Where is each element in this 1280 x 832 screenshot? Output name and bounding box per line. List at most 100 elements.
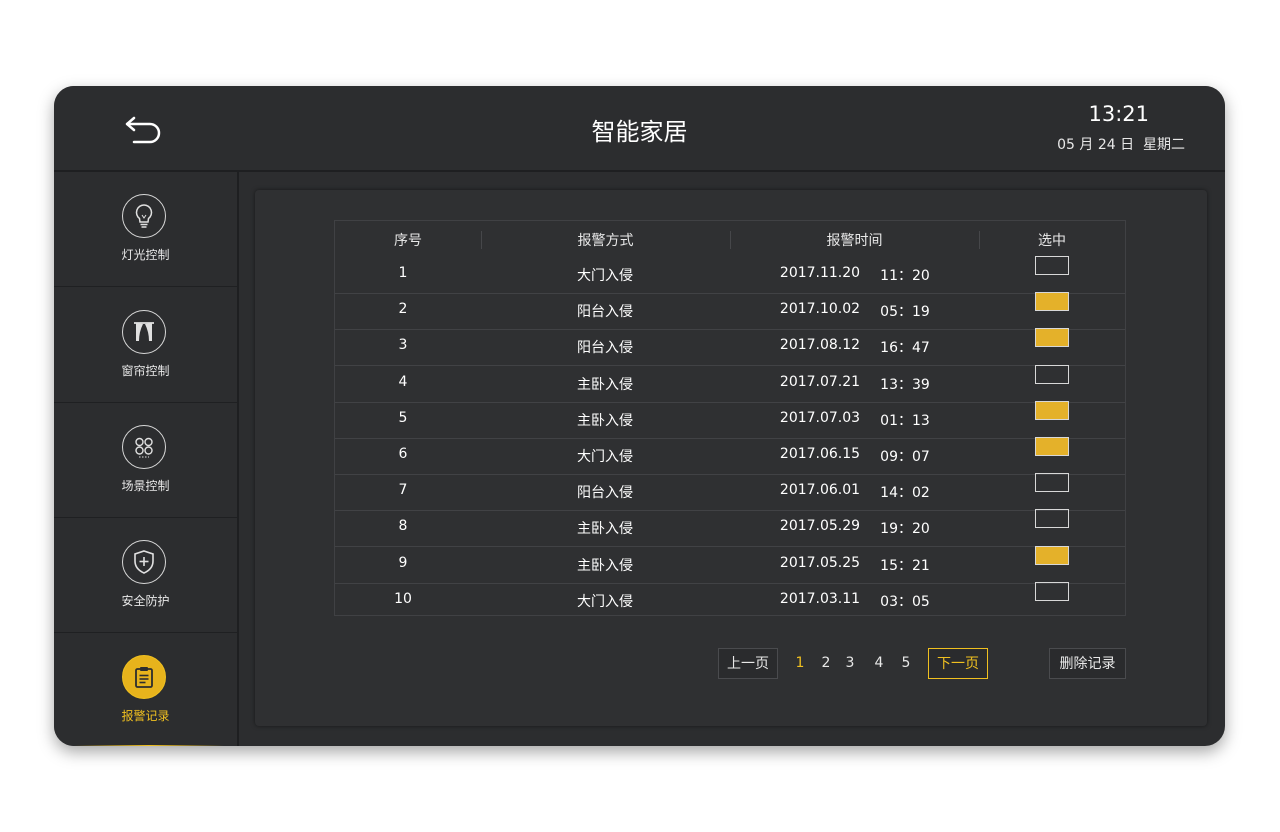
alarm-type: 主卧入侵 [577, 557, 633, 574]
pagination: 上一页 1 2 3 4 5 下一页 删除记录 [255, 648, 1207, 680]
alarm-date: 2017.11.20 [779, 265, 861, 281]
alarm-date: 2017.05.25 [779, 554, 861, 571]
sidebar-divider [237, 172, 239, 746]
page-number-2[interactable]: 2 [818, 648, 834, 679]
row-number: 2 [398, 301, 408, 318]
alarm-date: 2017.06.15 [779, 446, 861, 462]
clipboard-icon [122, 655, 166, 699]
alarm-type: 阳台入侵 [577, 304, 633, 321]
table-row: 5 主卧入侵 2017.07.03 01：13 [335, 400, 1125, 439]
page-number-1[interactable]: 1 [792, 648, 808, 679]
alarm-time: 16：47 [880, 340, 930, 357]
shield-icon [122, 540, 166, 584]
table-row: 3 阳台入侵 2017.08.12 16：47 [335, 328, 1125, 367]
table-row: 7 阳台入侵 2017.06.01 14：02 [335, 473, 1125, 512]
alarm-date: 2017.07.21 [779, 373, 861, 390]
alarm-time: 19：20 [880, 521, 930, 538]
clock-date: 05 月 24 日 星期二 [1057, 134, 1185, 154]
table-row: 10 大门入侵 2017.03.11 03：05 [335, 581, 1125, 619]
scene-icon [122, 425, 166, 469]
alarm-time: 13：39 [880, 376, 930, 393]
content-panel: 序号 报警方式 报警时间 选中 1 大门入侵 2017.11.20 11：20 2 阳台入… [255, 190, 1207, 726]
sidebar-item-label: 灯光控制 [121, 248, 170, 262]
table-row: 1 大门入侵 2017.11.20 11：20 [335, 256, 1125, 294]
alarm-date: 2017.06.01 [779, 482, 861, 499]
row-number: 8 [398, 518, 408, 535]
alarm-time: 15：21 [880, 557, 930, 574]
curtain-icon [122, 310, 166, 354]
row-number: 10 [394, 590, 412, 607]
next-page-button[interactable]: 下一页 [928, 648, 988, 679]
prev-page-button[interactable]: 上一页 [718, 648, 778, 679]
page-number-3[interactable]: 3 [842, 648, 858, 679]
table-row: 6 大门入侵 2017.06.15 09：07 [335, 437, 1125, 475]
column-header-select: 选中 [1038, 233, 1066, 249]
alarm-date: 2017.03.11 [779, 590, 861, 607]
sidebar-item-label: 安全防护 [121, 594, 170, 608]
sidebar-item-label: 窗帘控制 [121, 364, 170, 378]
row-number: 6 [398, 446, 408, 462]
alarm-table: 序号 报警方式 报警时间 选中 1 大门入侵 2017.11.20 11：20 2 阳台入… [334, 220, 1126, 616]
table-row: 2 阳台入侵 2017.10.02 05：19 [335, 292, 1125, 331]
column-header-time: 报警时间 [826, 233, 883, 249]
row-number: 1 [398, 265, 408, 281]
alarm-type: 主卧入侵 [577, 412, 633, 429]
alarm-type: 大门入侵 [577, 268, 633, 284]
row-number: 4 [398, 373, 408, 390]
sidebar-item-lighting[interactable]: 灯光控制 [54, 172, 237, 287]
alarm-time: 03：05 [880, 593, 930, 610]
alarm-type: 大门入侵 [577, 593, 633, 610]
sidebar-item-security[interactable]: 安全防护 [54, 518, 237, 633]
alarm-time: 11：20 [880, 268, 930, 284]
device-frame: 智能家居 13:21 05 月 24 日 星期二 灯光控制 窗帘控制 场景控制 … [54, 86, 1225, 746]
select-checkbox[interactable] [1035, 437, 1069, 456]
alarm-date: 2017.07.03 [779, 409, 861, 426]
select-checkbox[interactable] [1035, 328, 1069, 348]
page-number-4[interactable]: 4 [871, 648, 887, 679]
alarm-date: 2017.08.12 [779, 337, 861, 354]
column-header-type: 报警方式 [577, 233, 634, 249]
select-checkbox[interactable] [1035, 364, 1069, 384]
alarm-time: 01：13 [880, 412, 930, 429]
date-text: 05 月 24 日 [1057, 137, 1135, 153]
select-checkbox[interactable] [1035, 256, 1069, 275]
clock-time: 13:21 [1088, 102, 1149, 126]
delete-records-button[interactable]: 删除记录 [1049, 648, 1126, 679]
sidebar-item-alarm-records[interactable]: 报警记录 [54, 633, 237, 746]
header-bar: 智能家居 13:21 05 月 24 日 星期二 [54, 86, 1225, 172]
lightbulb-icon [122, 194, 166, 238]
alarm-time: 14：02 [880, 485, 930, 502]
row-number: 9 [398, 554, 408, 571]
sidebar-item-label: 报警记录 [121, 709, 170, 723]
sidebar-item-label: 场景控制 [121, 479, 170, 493]
sidebar-item-curtain[interactable]: 窗帘控制 [54, 288, 237, 403]
page-title: 智能家居 [591, 118, 688, 146]
select-checkbox[interactable] [1035, 581, 1069, 601]
page-number-5[interactable]: 5 [898, 648, 914, 679]
select-checkbox[interactable] [1035, 292, 1069, 312]
alarm-type: 阳台入侵 [577, 340, 633, 357]
alarm-date: 2017.05.29 [779, 518, 861, 535]
row-number: 3 [398, 337, 408, 354]
clock: 13:21 05 月 24 日 星期二 [1057, 102, 1185, 154]
table-header: 序号 报警方式 报警时间 选中 [335, 221, 1125, 257]
alarm-time: 05：19 [880, 304, 930, 321]
select-checkbox[interactable] [1035, 509, 1069, 529]
row-number: 5 [398, 409, 408, 426]
table-row: 8 主卧入侵 2017.05.29 19：20 [335, 509, 1125, 548]
table-row: 9 主卧入侵 2017.05.25 15：21 [335, 545, 1125, 584]
select-checkbox[interactable] [1035, 400, 1069, 420]
weekday-text: 星期二 [1143, 137, 1185, 153]
column-header-no: 序号 [394, 233, 422, 249]
active-indicator [74, 745, 224, 746]
alarm-type: 主卧入侵 [577, 521, 633, 538]
alarm-type: 主卧入侵 [577, 376, 633, 393]
select-checkbox[interactable] [1035, 545, 1069, 565]
alarm-type: 阳台入侵 [577, 485, 633, 502]
table-row: 4 主卧入侵 2017.07.21 13：39 [335, 364, 1125, 403]
sidebar: 灯光控制 窗帘控制 场景控制 安全防护 报警记录 [54, 172, 237, 746]
row-number: 7 [398, 482, 408, 499]
alarm-time: 09：07 [880, 449, 930, 465]
sidebar-item-scene[interactable]: 场景控制 [54, 403, 237, 518]
select-checkbox[interactable] [1035, 473, 1069, 493]
